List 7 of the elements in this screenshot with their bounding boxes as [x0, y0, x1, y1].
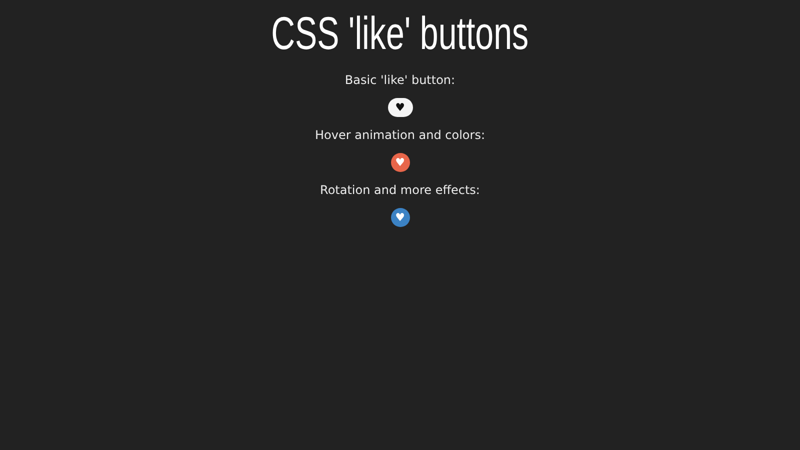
- demo-label: Hover animation and colors:: [315, 126, 485, 144]
- demo-label: Rotation and more effects:: [320, 182, 480, 199]
- like-button[interactable]: ♥: [388, 98, 412, 117]
- like-button[interactable]: ♥: [390, 152, 410, 172]
- demo-label: Basic 'like' button:: [344, 72, 456, 89]
- like-button[interactable]: ♥: [390, 208, 410, 227]
- page-title: CSS 'like' buttons: [271, 8, 529, 59]
